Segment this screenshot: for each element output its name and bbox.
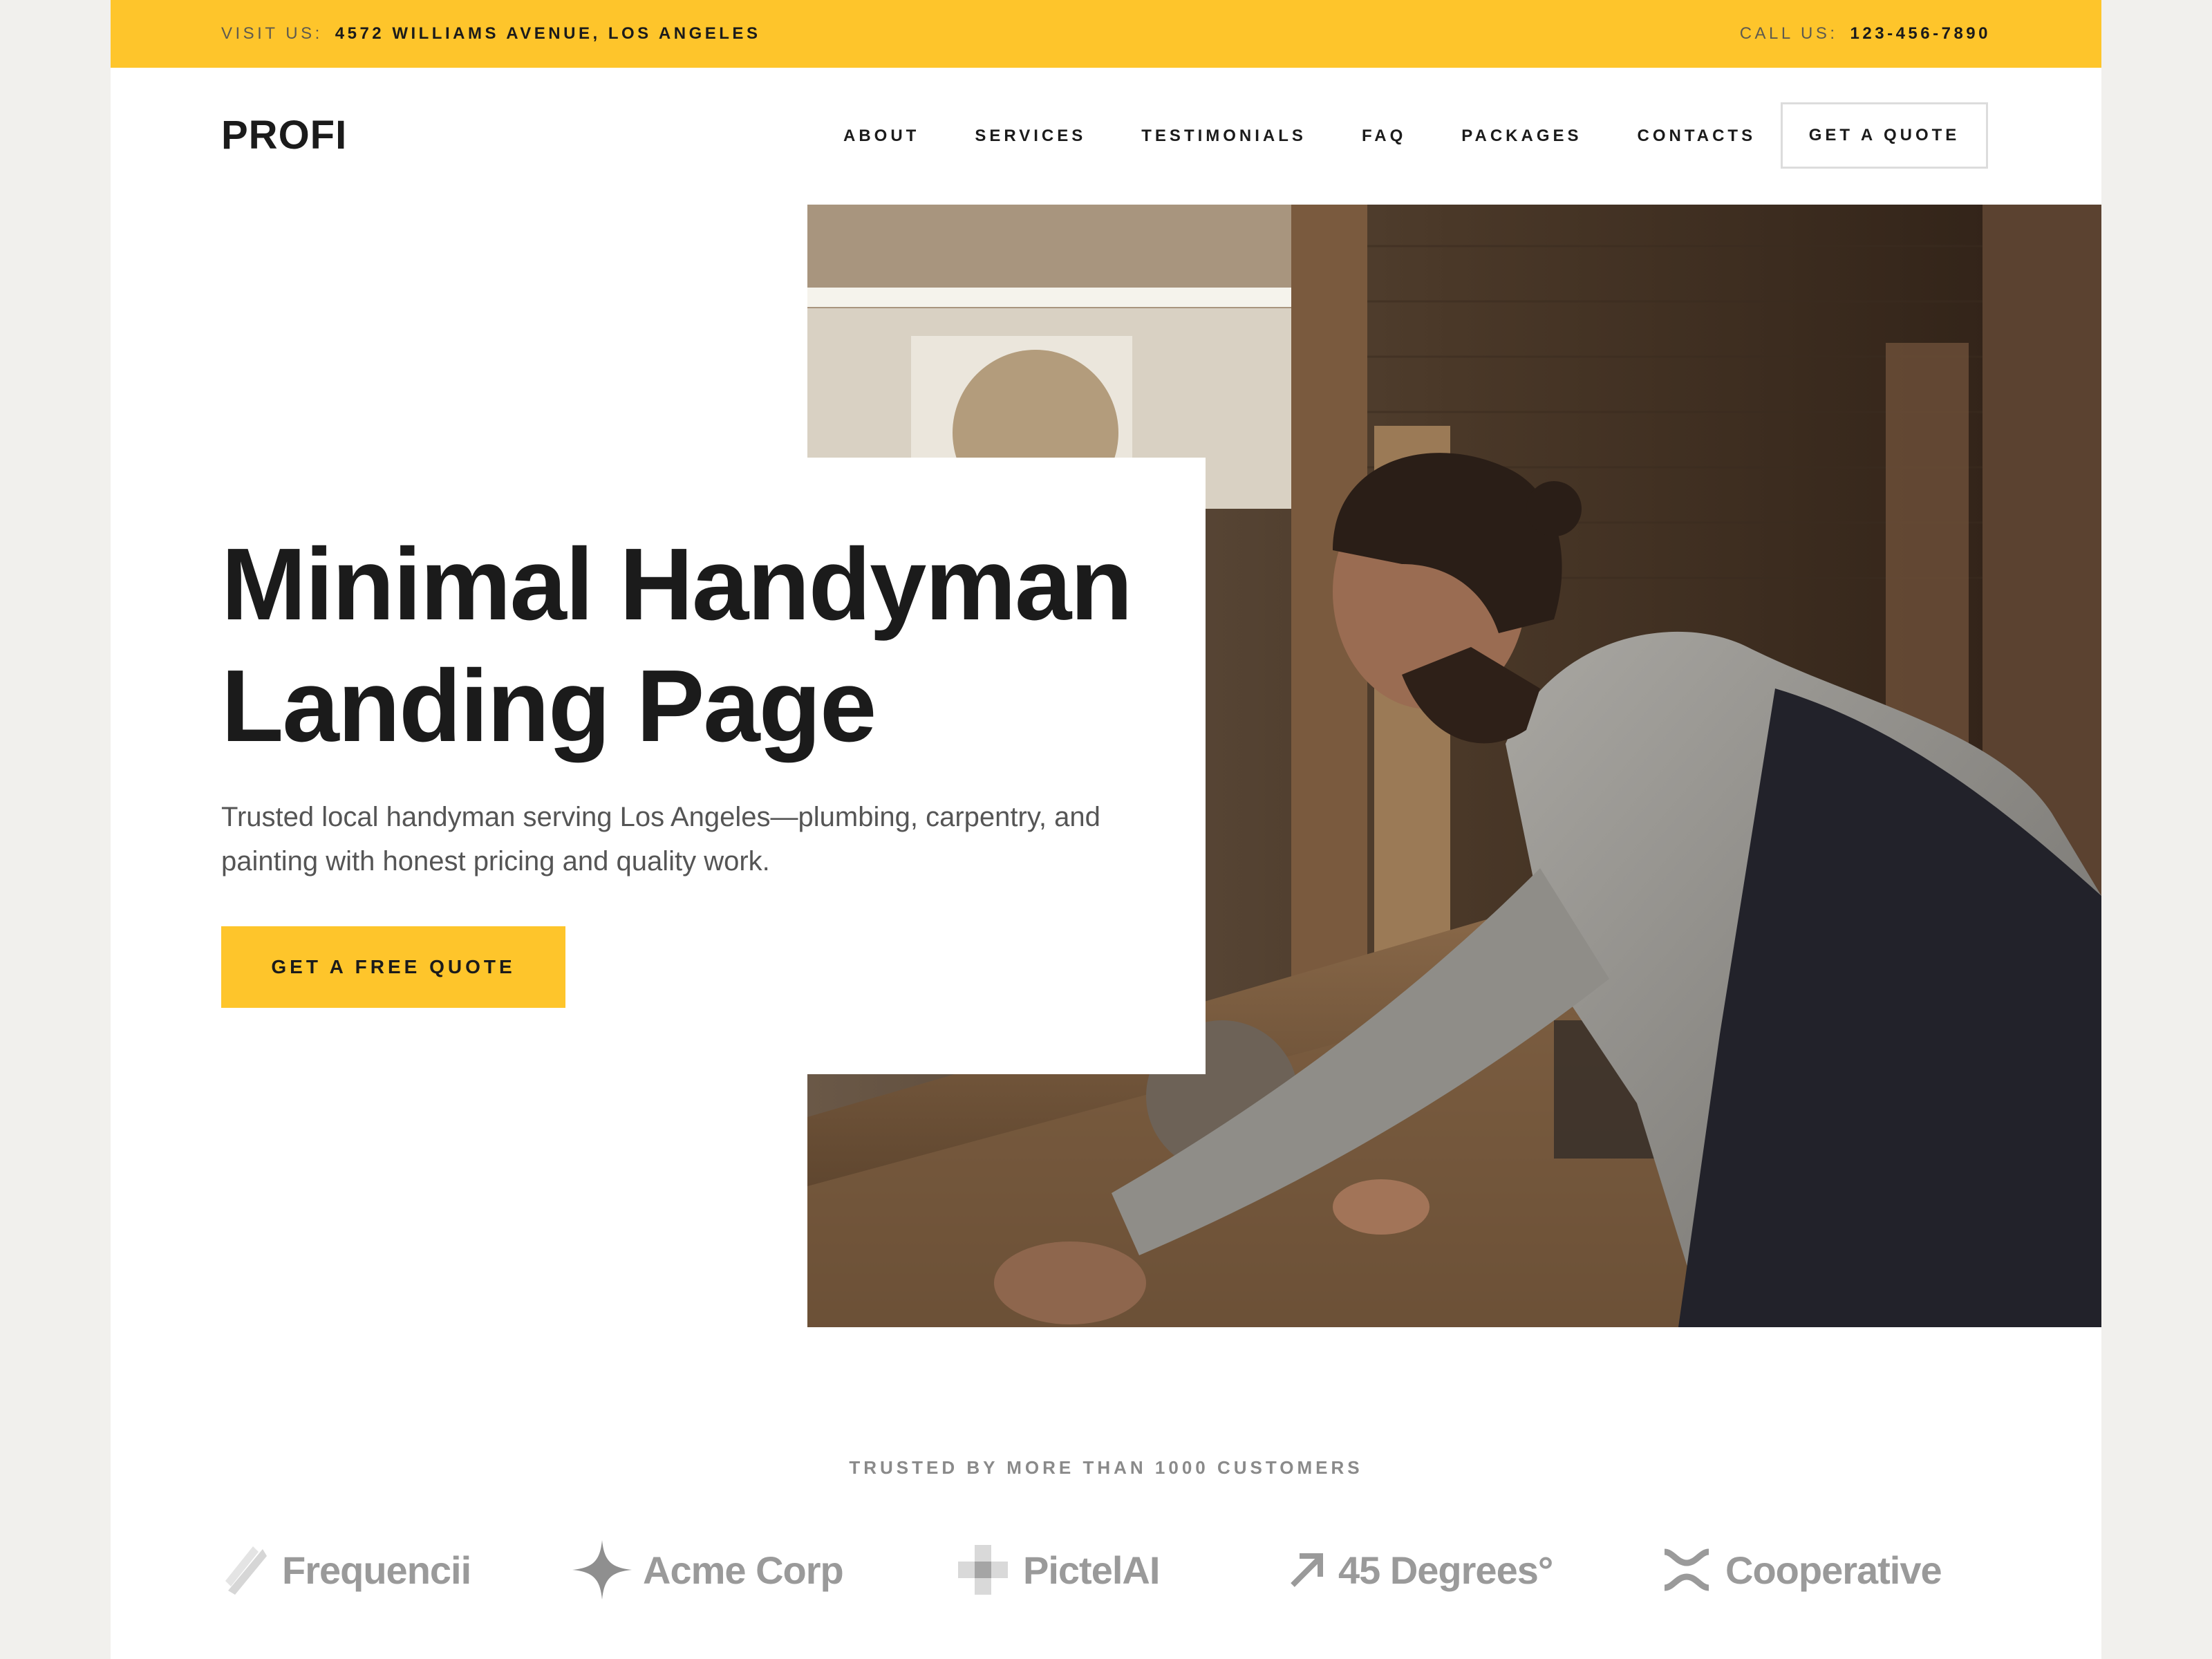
people-icon — [1664, 1548, 1709, 1591]
get-a-quote-button[interactable]: GET A QUOTE — [1781, 102, 1988, 169]
feather-icon — [225, 1546, 267, 1595]
arrow-up-right-icon — [1291, 1553, 1323, 1587]
visit-label: VISIT US: — [221, 24, 323, 43]
nav-packages[interactable]: PACKAGES — [1461, 126, 1582, 146]
address-text: 4572 WILLIAMS AVENUE, LOS ANGELES — [335, 24, 761, 43]
pixel-icon — [958, 1545, 1008, 1595]
partner-name: 45 Degrees° — [1338, 1548, 1553, 1592]
nav-contacts[interactable]: CONTACTS — [1638, 126, 1756, 146]
hero-subtitle: Trusted local handyman serving Los Angel… — [221, 802, 1100, 877]
hero-title-line2: Landing Page — [221, 649, 877, 763]
nav-faq[interactable]: FAQ — [1362, 126, 1406, 146]
nav-about[interactable]: ABOUT — [843, 126, 919, 146]
top-info-bar: VISIT US: 4572 WILLIAMS AVENUE, LOS ANGE… — [111, 0, 2101, 68]
address-info: VISIT US: 4572 WILLIAMS AVENUE, LOS ANGE… — [221, 0, 760, 68]
phone-info: CALL US: 123-456-7890 — [1740, 0, 1991, 68]
hero-title: Minimal Handyman Landing Page — [221, 524, 1189, 767]
partner-name: Frequencii — [282, 1548, 471, 1592]
hero-title-line1: Minimal Handyman — [221, 527, 1133, 641]
partner-logo-cooperative[interactable]: Cooperative — [1659, 1539, 1942, 1601]
partner-logo-frequencii[interactable]: Frequencii — [221, 1539, 471, 1601]
call-label: CALL US: — [1739, 24, 1838, 43]
partner-name: PictelAI — [1023, 1548, 1160, 1592]
site-logo[interactable]: PROFI — [221, 112, 347, 158]
main-nav: ABOUT SERVICES TESTIMONIALS FAQ PACKAGES… — [843, 102, 1811, 170]
phone-link[interactable]: 123-456-7890 — [1850, 24, 1991, 44]
partner-logo-acme-corp[interactable]: Acme Corp — [572, 1539, 844, 1601]
nav-services[interactable]: SERVICES — [975, 126, 1086, 146]
sparkle-icon — [572, 1540, 632, 1600]
get-free-quote-button[interactable]: GET A FREE QUOTE — [221, 926, 565, 1008]
partner-logo-45-degrees[interactable]: 45 Degrees° — [1286, 1539, 1553, 1601]
partner-name: Cooperative — [1725, 1548, 1942, 1592]
page: VISIT US: 4572 WILLIAMS AVENUE, LOS ANGE… — [111, 0, 2101, 1659]
partner-name: Acme Corp — [643, 1548, 844, 1592]
trusted-heading: TRUSTED BY MORE THAN 1000 CUSTOMERS — [849, 1457, 1363, 1478]
nav-testimonials[interactable]: TESTIMONIALS — [1141, 126, 1306, 146]
partner-logo-pictelai[interactable]: PictelAI — [954, 1539, 1160, 1601]
